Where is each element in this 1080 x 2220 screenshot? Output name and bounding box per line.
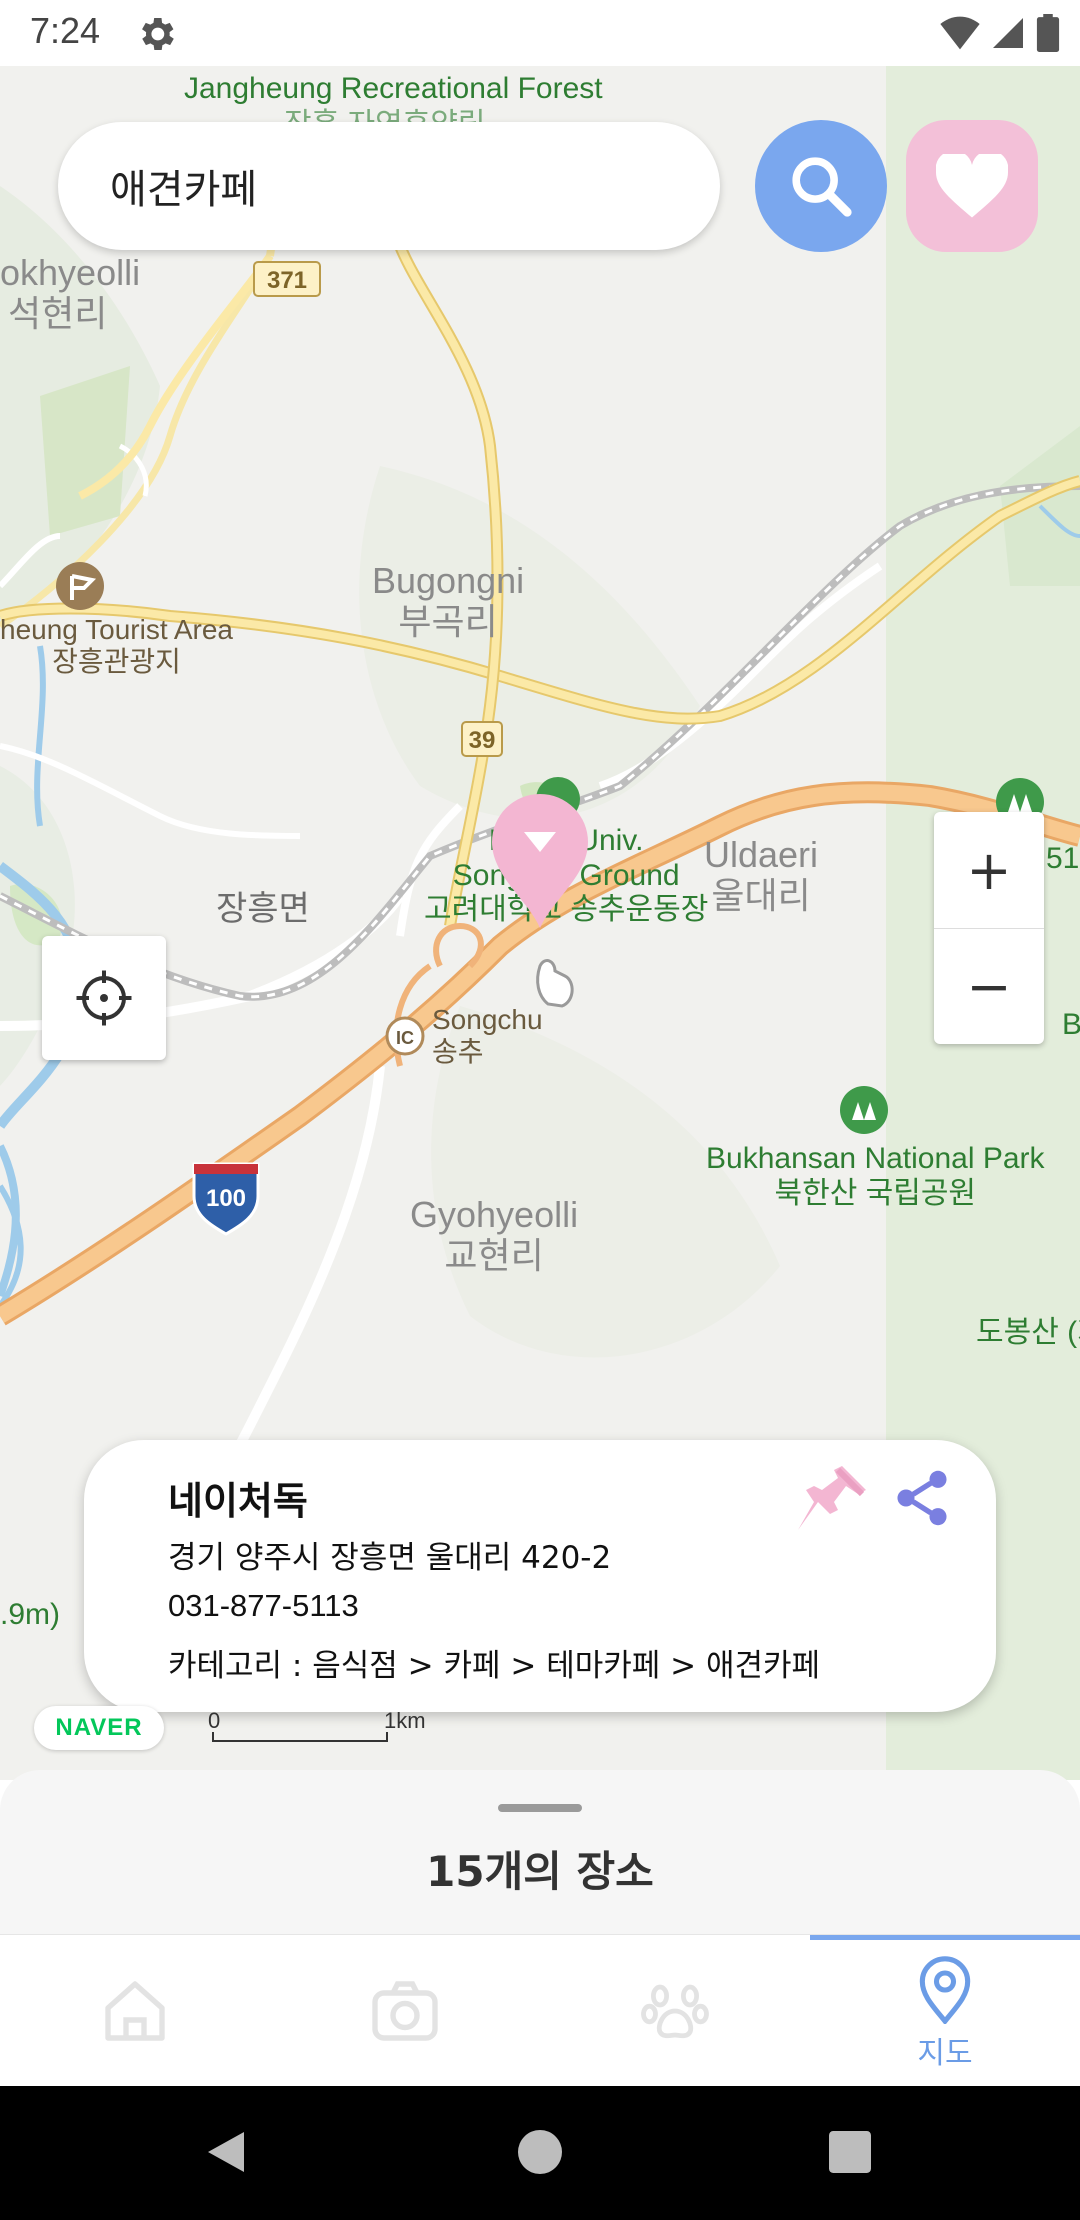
map-label-edge-9m: .9m) bbox=[0, 1598, 60, 1631]
place-category: 카테고리 : 음식점 > 카페 > 테마카페 > 애견카페 bbox=[168, 1648, 821, 1684]
place-info-card[interactable]: 네이처독 경기 양주시 장흥면 울대리 420-2 031-877-5113 카… bbox=[84, 1440, 996, 1712]
map-label-bukhansan: Bukhansan National Park 북한산 국립공원 bbox=[706, 1142, 1045, 1210]
map-label-gyohyeon: Gyohyeolli 교현리 bbox=[410, 1194, 579, 1277]
home-circle-icon bbox=[518, 2130, 562, 2174]
tab-map-label: 지도 bbox=[917, 2035, 973, 2071]
system-nav-bar bbox=[0, 2086, 1080, 2220]
pin-icon[interactable] bbox=[794, 1458, 874, 1538]
map-label-bugong: Bugongni 부곡리 bbox=[372, 560, 525, 643]
zoom-in-button[interactable]: + bbox=[934, 812, 1044, 928]
camera-icon bbox=[372, 1981, 438, 2041]
map-label-edge-b: B bbox=[1062, 1008, 1080, 1041]
map-label-songchu: Songchu 송추 bbox=[432, 1004, 543, 1068]
scale-start: 0 bbox=[208, 1708, 221, 1733]
search-bar[interactable] bbox=[58, 122, 720, 250]
bottom-sheet[interactable]: 15개의 장소 bbox=[0, 1770, 1080, 1934]
wifi-icon bbox=[940, 16, 980, 50]
search-input[interactable] bbox=[110, 154, 670, 218]
naver-logo: NAVER bbox=[34, 1706, 164, 1750]
home-icon bbox=[105, 1981, 165, 2041]
place-name: 네이처독 bbox=[168, 1479, 308, 1523]
tab-map[interactable]: 지도 bbox=[810, 1935, 1080, 2087]
recents-icon bbox=[829, 2131, 871, 2173]
zoom-control: + − bbox=[934, 812, 1044, 1044]
road-shield-371: 371 bbox=[267, 267, 307, 294]
crosshair-icon bbox=[76, 970, 132, 1026]
road-shield-39: 39 bbox=[469, 727, 496, 754]
battery-icon bbox=[1036, 14, 1060, 52]
nav-home-button[interactable] bbox=[510, 2122, 570, 2182]
map-label-seokhyeon: okhyeolli 석현리 bbox=[0, 252, 141, 335]
search-button[interactable] bbox=[755, 120, 887, 252]
map-label-dobongsan: 도봉산 (지 bbox=[976, 1316, 1080, 1349]
heart-icon bbox=[936, 154, 1008, 218]
settings-icon bbox=[142, 18, 174, 50]
back-icon bbox=[208, 2132, 244, 2172]
paw-icon bbox=[641, 1984, 709, 2039]
status-time: 7:24 bbox=[30, 10, 101, 51]
scale-end: 1km bbox=[384, 1708, 426, 1733]
tab-camera[interactable] bbox=[270, 1935, 540, 2087]
map-label-tourist: heung Tourist Area 장흥관광지 bbox=[0, 614, 233, 678]
status-bar: 7:24 bbox=[0, 0, 1080, 66]
search-icon bbox=[792, 157, 852, 217]
map-label-uldae: Uldaeri 울대리 bbox=[704, 834, 819, 917]
ic-label: IC bbox=[396, 1028, 414, 1048]
favorites-button[interactable] bbox=[906, 120, 1038, 252]
place-phone[interactable]: 031-877-5113 bbox=[168, 1588, 359, 1624]
signal-icon bbox=[993, 18, 1023, 48]
place-address: 경기 양주시 장흥면 울대리 420-2 bbox=[168, 1540, 612, 1576]
place-marker-pin[interactable] bbox=[488, 790, 592, 930]
sheet-drag-handle[interactable] bbox=[498, 1804, 582, 1812]
share-icon[interactable] bbox=[890, 1466, 954, 1530]
tab-paw[interactable] bbox=[540, 1935, 810, 2087]
map-label-forest: Jangheung Recreational Forest bbox=[184, 72, 603, 105]
map-scale: 0 1km bbox=[208, 1708, 426, 1746]
tab-home[interactable] bbox=[0, 1935, 270, 2087]
map-label-jangheung: 장흥면 bbox=[216, 890, 310, 928]
scale-bar bbox=[212, 1732, 388, 1742]
nav-recents-button[interactable] bbox=[820, 2122, 880, 2182]
map-label-edge-51: 51m bbox=[1046, 842, 1080, 875]
nav-back-button[interactable] bbox=[196, 2122, 256, 2182]
road-shield-100: 100 bbox=[206, 1185, 246, 1212]
place-count: 15개의 장소 bbox=[426, 1847, 654, 1896]
map-pin-icon bbox=[919, 1955, 971, 2024]
locate-me-button[interactable] bbox=[42, 936, 166, 1060]
zoom-out-button[interactable]: − bbox=[934, 928, 1044, 1044]
bottom-tab-bar: 지도 bbox=[0, 1934, 1080, 2086]
